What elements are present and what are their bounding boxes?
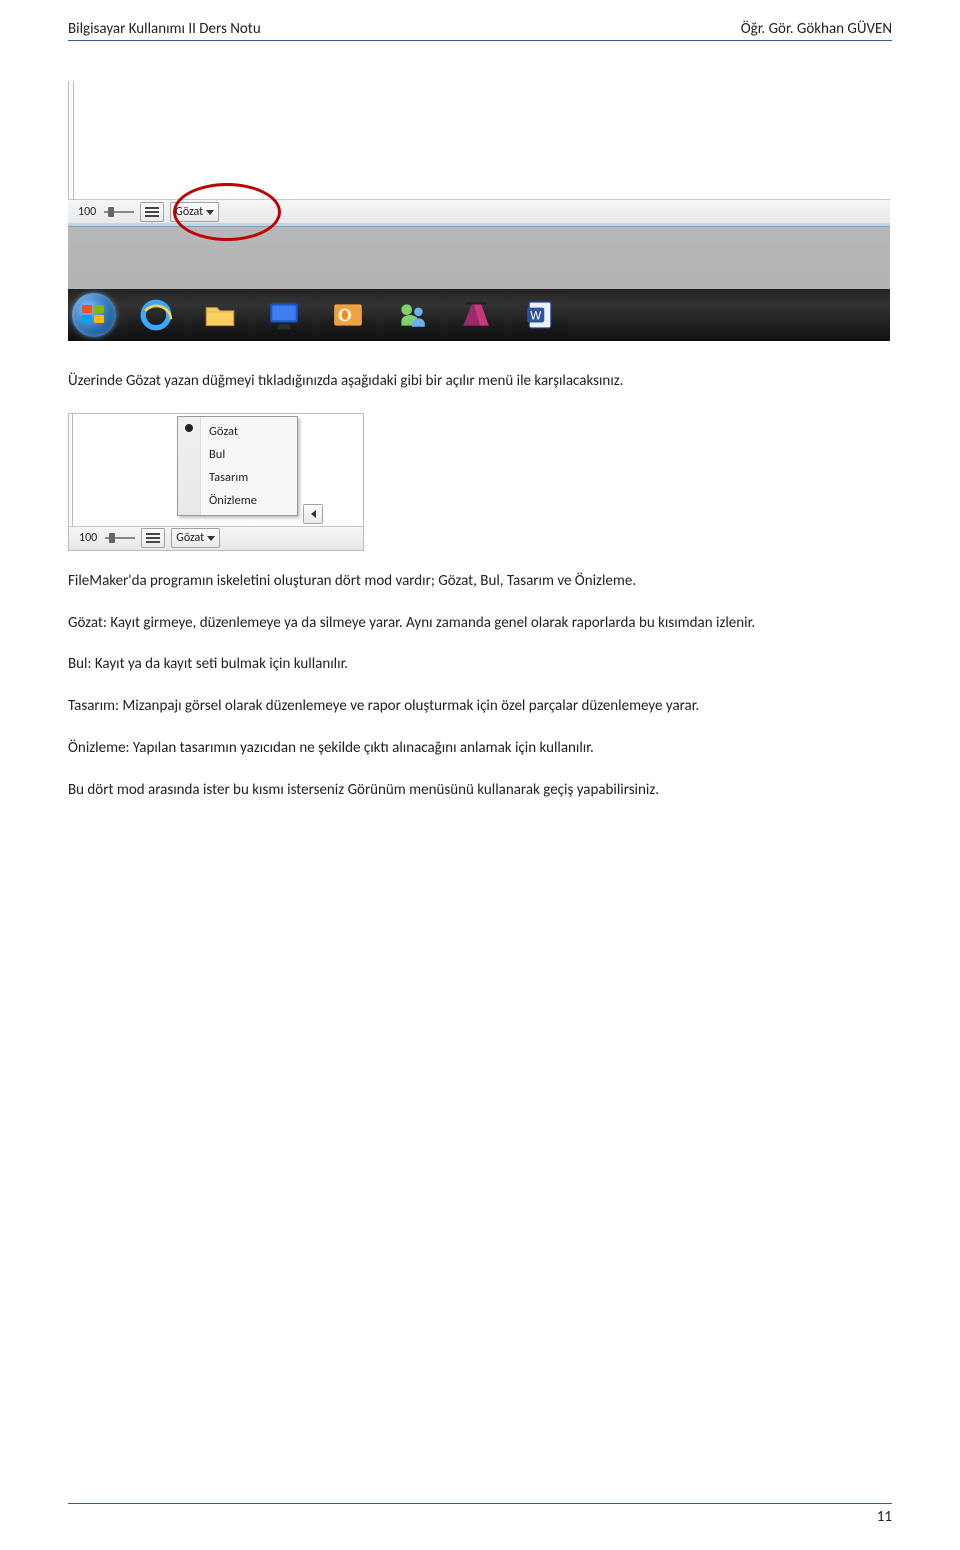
word-icon: W <box>523 298 557 332</box>
page-number: 11 <box>877 1508 892 1526</box>
media-icon <box>267 298 301 332</box>
header-right: Öğr. Gör. Gökhan GÜVEN <box>741 20 892 38</box>
paragraph-switch-note: Bu dört mod arasında ister bu kısmı iste… <box>68 780 892 802</box>
mode-menu-item-gozat[interactable]: Gözat <box>201 420 297 443</box>
chevron-down-icon <box>206 210 214 215</box>
screenshot-mode-popup: Gözat Bul Tasarım Önizleme 100 Gözat <box>68 413 364 551</box>
windows-taskbar: W <box>68 289 890 341</box>
mode-menu-item-onizleme[interactable]: Önizleme <box>201 489 297 512</box>
zoom-slider[interactable] <box>104 206 134 218</box>
mode-dropdown-label: Gözat <box>176 531 204 545</box>
svg-text:W: W <box>530 309 541 322</box>
start-button[interactable] <box>72 293 116 337</box>
paragraph-modes-intro: FileMaker'da programın iskeletini oluştu… <box>68 571 892 593</box>
mode-dropdown-label: Gözat <box>175 205 203 219</box>
layout-icon <box>146 533 160 543</box>
chevron-down-icon <box>207 536 215 541</box>
document-area <box>74 81 890 202</box>
filemaker-status-bar: 100 Gözat <box>68 199 890 225</box>
taskbar-word[interactable]: W <box>512 294 568 336</box>
mode-dropdown-button[interactable]: Gözat <box>171 528 220 548</box>
mode-menu-item-tasarim[interactable]: Tasarım <box>201 466 297 489</box>
zoom-value: 100 <box>77 531 99 545</box>
radio-selected-icon <box>185 424 193 432</box>
desktop-gray-area <box>68 227 890 289</box>
mode-menu-item-bul[interactable]: Bul <box>201 443 297 466</box>
outlook-icon <box>331 298 365 332</box>
header-divider <box>68 40 892 41</box>
ie-icon <box>139 298 173 332</box>
taskbar-media-center[interactable] <box>256 294 312 336</box>
layout-mode-button[interactable] <box>140 202 164 222</box>
mode-dropdown-button[interactable]: Gözat <box>170 202 219 222</box>
paragraph-onizleme: Önizleme: Yapılan tasarımın yazıcıdan ne… <box>68 738 892 760</box>
taskbar-filemaker[interactable] <box>448 294 504 336</box>
chevron-left-icon <box>311 510 316 518</box>
windows-logo-icon <box>82 305 106 325</box>
filemaker-status-bar: 100 Gözat <box>69 526 363 550</box>
layout-mode-button[interactable] <box>141 528 165 548</box>
header-left: Bilgisayar Kullanımı II Ders Notu <box>68 20 261 38</box>
paragraph-gozat: Gözat: Kayıt girmeye, düzenlemeye ya da … <box>68 613 892 635</box>
taskbar-explorer[interactable] <box>192 294 248 336</box>
paragraph-intro: Üzerinde Gözat yazan düğmeyi tıkladığını… <box>68 371 892 393</box>
messenger-icon <box>395 298 429 332</box>
taskbar-ie[interactable] <box>128 294 184 336</box>
page-footer: 11 <box>68 1503 892 1526</box>
filemaker-icon <box>459 298 493 332</box>
folder-icon <box>203 298 237 332</box>
zoom-slider[interactable] <box>105 532 135 544</box>
taskbar-messenger[interactable] <box>384 294 440 336</box>
mode-popup-menu: Gözat Bul Tasarım Önizleme <box>177 416 298 516</box>
taskbar-outlook[interactable] <box>320 294 376 336</box>
paragraph-tasarim: Tasarım: Mizanpajı görsel olarak düzenle… <box>68 696 892 718</box>
zoom-value: 100 <box>76 205 98 219</box>
layout-icon <box>145 207 159 217</box>
screenshot-statusbar-taskbar: 100 Gözat <box>68 81 890 351</box>
page-header: Bilgisayar Kullanımı II Ders Notu Öğr. G… <box>68 20 892 40</box>
horizontal-scroll-left-button[interactable] <box>303 504 323 524</box>
paragraph-bul: Bul: Kayıt ya da kayıt seti bulmak için … <box>68 654 892 676</box>
